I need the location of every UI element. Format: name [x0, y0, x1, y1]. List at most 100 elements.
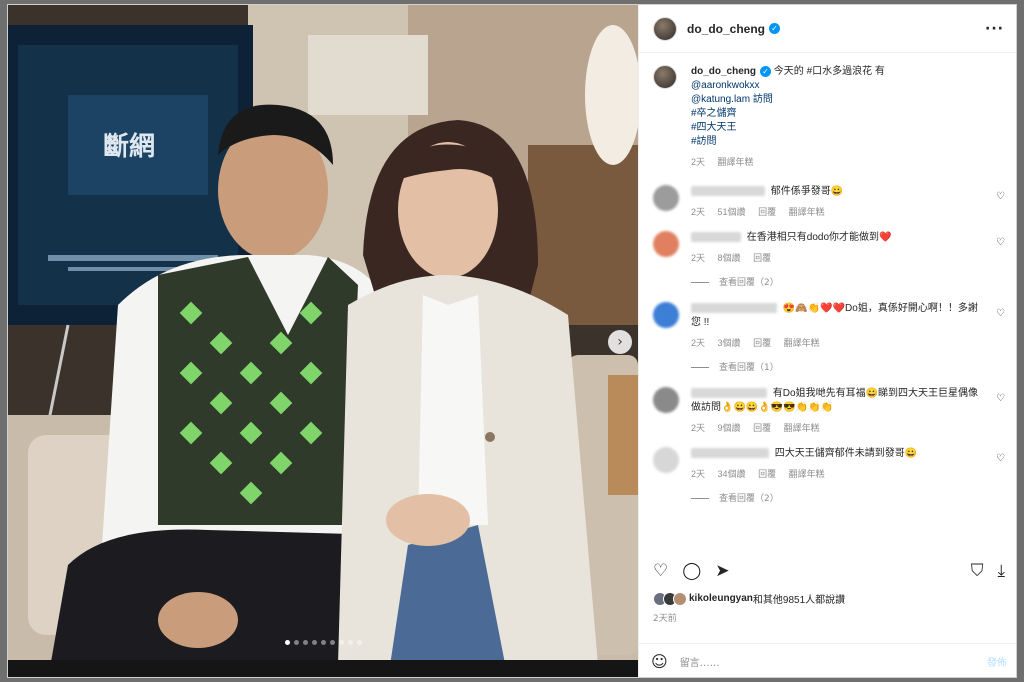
- caption-line-1: 今天的 #口水多過浪花 有: [773, 66, 885, 77]
- caption-body: do_do_cheng ✓ 今天的 #口水多過浪花 有 @aaronkwokxx …: [691, 65, 885, 169]
- comment-body: 郁件係爭發哥😀 2天 51個讚 回覆 翻譯年糕: [691, 185, 981, 219]
- caption-author[interactable]: do_do_cheng: [691, 66, 756, 77]
- comment-likes[interactable]: 3個讚: [718, 338, 741, 348]
- post-photo[interactable]: 斷網 ›: [8, 5, 638, 677]
- commenter-avatar[interactable]: [653, 231, 679, 257]
- hashtag-3[interactable]: #訪問: [691, 135, 885, 149]
- emoji-picker-icon[interactable]: ☺: [651, 652, 668, 671]
- post-side-panel: do_do_cheng ✓ ··· do_do_cheng ✓ 今天的 #口水多過…: [638, 5, 1016, 677]
- comment-text: 在香港相只有dodo你才能做到❤️: [746, 232, 892, 243]
- comment-text: 四大天王儲齊郁件未請到發哥😀: [774, 448, 918, 459]
- comment-body: 四大天王儲齊郁件未請到發哥😀 2天 34個讚 回覆 翻譯年糕: [691, 447, 981, 481]
- view-replies-label[interactable]: 查看回覆（2）: [719, 494, 779, 504]
- commenter-avatar[interactable]: [653, 302, 679, 328]
- comment-text: 郁件係爭發哥😀: [770, 186, 844, 197]
- view-replies-label[interactable]: 查看回覆（2）: [719, 278, 779, 288]
- author-avatar[interactable]: [653, 16, 677, 41]
- caption-translate[interactable]: 翻譯年糕: [718, 157, 754, 167]
- comment-reply[interactable]: 回覆: [753, 253, 771, 263]
- carousel-dot: [293, 640, 299, 645]
- comment-translate[interactable]: 翻譯年糕: [789, 469, 825, 479]
- comment-meta: 2天 34個讚 回覆 翻譯年糕: [691, 467, 981, 481]
- commenter-avatar[interactable]: [653, 185, 679, 211]
- comments-scroll-area[interactable]: do_do_cheng ✓ 今天的 #口水多過浪花 有 @aaronkwokxx …: [639, 53, 1016, 545]
- like-heart-icon[interactable]: ♡: [996, 393, 1005, 404]
- carousel-dot: [338, 640, 344, 645]
- instagram-post-window: 斷網 › do_do_cheng ✓ ··· do_do_cheng ✓ 今天的…: [7, 4, 1017, 678]
- view-replies[interactable]: 查看回覆（2）: [639, 487, 1016, 512]
- comment-item: 在香港相只有dodo你才能做到❤️ 2天 8個讚 回覆 ♡: [639, 225, 1016, 271]
- comment-time: 2天: [691, 207, 706, 217]
- like-heart-icon[interactable]: ♡: [996, 191, 1005, 202]
- comment-time: 2天: [691, 338, 706, 348]
- comment-item: 郁件係爭發哥😀 2天 51個讚 回覆 翻譯年糕 ♡: [639, 179, 1016, 225]
- commenter-name-blurred: [691, 388, 767, 399]
- next-photo-button[interactable]: ›: [608, 330, 632, 354]
- comment-likes[interactable]: 51個讚: [718, 207, 746, 217]
- photo-illustration: 斷網: [8, 5, 638, 677]
- carousel-dot: [347, 640, 353, 645]
- comment-likes[interactable]: 9個讚: [718, 423, 741, 433]
- carousel-dot: [302, 640, 308, 645]
- commenter-name-blurred: [691, 186, 765, 197]
- comment-likes[interactable]: 34個讚: [718, 469, 746, 479]
- comment-meta: 2天 9個讚 回覆 翻譯年糕: [691, 421, 981, 435]
- carousel-dot: [320, 640, 326, 645]
- hashtag-2[interactable]: #四大天王: [691, 121, 885, 135]
- carousel-dot: [311, 640, 317, 645]
- carousel-dots: [8, 640, 638, 645]
- like-heart-icon[interactable]: ♡: [653, 561, 668, 581]
- add-comment-bar: ☺ 留言…… 發佈: [639, 643, 1016, 677]
- comment-translate[interactable]: 翻譯年糕: [784, 423, 820, 433]
- comment-meta: 2天 3個讚 回覆 翻譯年糕: [691, 336, 981, 350]
- commenter-name-blurred: [691, 448, 769, 459]
- comment-reply[interactable]: 回覆: [753, 423, 771, 433]
- view-replies-label[interactable]: 查看回覆（1）: [719, 363, 779, 373]
- comment-body: 在香港相只有dodo你才能做到❤️ 2天 8個讚 回覆: [691, 231, 981, 265]
- mention-katung[interactable]: @katung.lam 訪問: [691, 93, 885, 107]
- like-heart-icon[interactable]: ♡: [996, 308, 1005, 319]
- like-heart-icon[interactable]: ♡: [996, 453, 1005, 464]
- comment-reply[interactable]: 回覆: [753, 338, 771, 348]
- view-replies[interactable]: 查看回覆（1）: [639, 356, 1016, 381]
- commenter-avatar[interactable]: [653, 447, 679, 473]
- carousel-dot: [356, 640, 362, 645]
- download-icon[interactable]: ⤓: [997, 561, 1005, 581]
- comment-translate[interactable]: 翻譯年糕: [784, 338, 820, 348]
- likes-count-text[interactable]: 和其他9851人都說讚: [753, 591, 845, 606]
- view-replies[interactable]: 查看回覆（2）: [639, 271, 1016, 296]
- comment-time: 2天: [691, 253, 706, 263]
- comment-translate[interactable]: 翻譯年糕: [789, 207, 825, 217]
- post-date: 2天前: [653, 614, 677, 624]
- carousel-dot: [329, 640, 335, 645]
- post-header: do_do_cheng ✓ ···: [639, 5, 1016, 53]
- verified-badge-icon: ✓: [769, 23, 781, 34]
- comment-item: 有Do姐我哋先有耳福😀睇到四大天王巨星偶像做訪問👌😀😀👌😎😎👏👏👏 2天 9個讚…: [639, 381, 1016, 441]
- comment-reply[interactable]: 回覆: [758, 207, 776, 217]
- caption-meta: 2天 翻譯年糕: [691, 155, 885, 169]
- comment-item: 😍🙈👏❤️❤️Do姐，真係好開心啊！！多謝您 !! 2天 3個讚 回覆 翻譯年糕…: [639, 296, 1016, 356]
- caption-time: 2天: [691, 157, 706, 167]
- more-options-icon[interactable]: ···: [985, 21, 1004, 37]
- comment-body: 😍🙈👏❤️❤️Do姐，真係好開心啊！！多謝您 !! 2天 3個讚 回覆 翻譯年糕: [691, 302, 981, 350]
- mention-aaronkwokxx[interactable]: @aaronkwokxx: [691, 79, 885, 93]
- commenter-name-blurred: [691, 232, 741, 243]
- comment-item: 四大天王儲齊郁件未請到發哥😀 2天 34個讚 回覆 翻譯年糕 ♡: [639, 441, 1016, 487]
- caption-avatar[interactable]: [653, 65, 677, 89]
- share-paper-plane-icon[interactable]: ➤: [715, 561, 729, 581]
- like-heart-icon[interactable]: ♡: [996, 237, 1005, 248]
- bookmark-icon[interactable]: ⛉: [971, 561, 984, 581]
- comment-reply[interactable]: 回覆: [758, 469, 776, 479]
- comment-likes[interactable]: 8個讚: [718, 253, 741, 263]
- commenter-avatar[interactable]: [653, 387, 679, 413]
- comment-bubble-icon[interactable]: ◯: [682, 561, 701, 581]
- comment-input[interactable]: 留言……: [680, 654, 720, 669]
- author-username[interactable]: do_do_cheng: [687, 22, 765, 36]
- liker-avatars: [653, 591, 689, 606]
- comment-meta: 2天 51個讚 回覆 翻譯年糕: [691, 205, 981, 219]
- liker-username[interactable]: kikoleungyan: [689, 593, 753, 604]
- hashtag-1[interactable]: #卒之儲齊: [691, 107, 885, 121]
- comment-time: 2天: [691, 423, 706, 433]
- post-comment-button[interactable]: 發佈: [987, 654, 1007, 669]
- post-caption: do_do_cheng ✓ 今天的 #口水多過浪花 有 @aaronkwokxx …: [639, 53, 1016, 179]
